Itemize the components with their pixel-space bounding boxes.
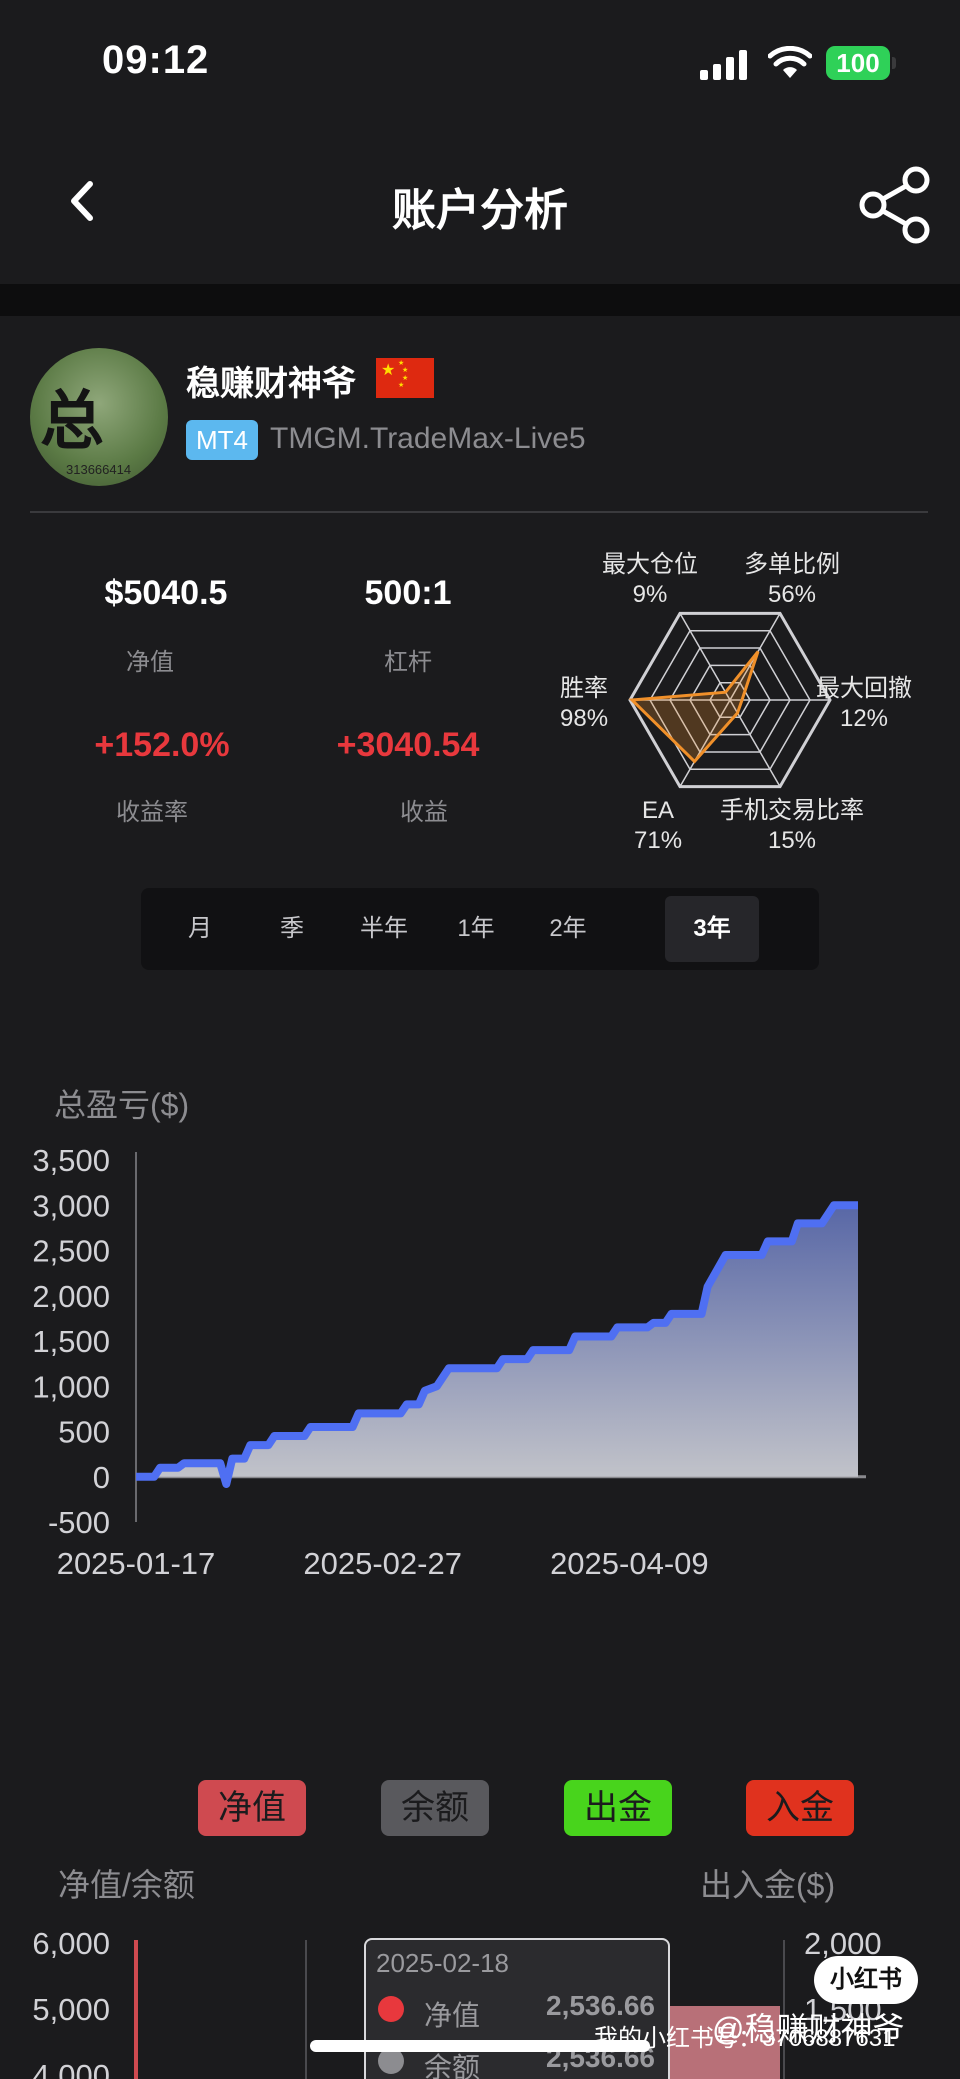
nav-bar: 账户分析 <box>0 140 960 280</box>
chart-tooltip: 2025-02-18 净值 2,536.66 余额 2,536.66 <box>364 1938 670 2079</box>
radar-axis-name: 最大回撤 <box>816 675 912 702</box>
xiaohongshu-logo: 小红书 <box>814 1956 918 2004</box>
section-separator <box>0 284 960 316</box>
pnl-y-tick-label: 3,000 <box>32 1188 110 1223</box>
radar-label-mobile-ratio: 手机交易比率 15% <box>720 796 864 856</box>
cellular-signal-icon <box>700 50 747 80</box>
cashflow-axis-title: 出入金($) <box>700 1867 836 1903</box>
leverage-label: 杠杆 <box>384 649 432 676</box>
pnl-y-tick-label: 3,500 <box>32 1143 110 1178</box>
radar-axis-value: 9% <box>632 581 668 608</box>
radar-axis-name: 胜率 <box>560 675 609 702</box>
pnl-chart-svg: 3,500 3,000 2,500 2,000 1,500 1,000 500 0 -500 20… <box>32 1143 866 1581</box>
radar-label-win-rate: 胜率 98% <box>560 674 608 734</box>
battery-icon: 100 <box>826 46 896 80</box>
pnl-y-tick-label: 2,000 <box>32 1279 110 1314</box>
pnl-y-tick-label: -500 <box>48 1505 110 1540</box>
radar-axis-value: 56% <box>767 581 817 608</box>
pnl-x-tick-label: 2025-01-17 <box>57 1546 216 1581</box>
profile-name: 稳赚财神爷 <box>186 365 356 403</box>
tooltip-equity-dot <box>378 1996 404 2022</box>
radar-axis-name: EA <box>642 797 675 824</box>
radar-axis-value: 71% <box>634 827 683 854</box>
tab-quarter[interactable]: 季 <box>245 896 339 962</box>
page-title: 账户分析 <box>392 186 568 235</box>
pnl-y-tick-label: 500 <box>58 1415 110 1450</box>
pnl-x-tick-label: 2025-02-27 <box>303 1546 462 1581</box>
radar-chart: 最大仓位 9% 多单比例 56% 最大回撤 12% 手机交易比率 15% EA 71% 胜… <box>540 540 960 860</box>
tab-3-year[interactable]: 3年 <box>665 896 759 962</box>
pnl-y-tick-label: 0 <box>93 1460 110 1495</box>
pnl-y-tick-label: 1,500 <box>32 1324 110 1359</box>
period-tabs: 月 季 半年 1年 2年 3年 <box>141 888 819 970</box>
battery-tip <box>892 57 896 69</box>
equity-label: 净值 <box>126 649 174 676</box>
pnl-y-tick-label: 1,000 <box>32 1369 110 1404</box>
profit-label: 收益 <box>400 799 448 826</box>
radar-axis-name: 手机交易比率 <box>720 797 864 824</box>
equity-y-tick-label: 4,000 <box>32 2058 110 2079</box>
radar-label-max-drawdown: 最大回撤 12% <box>816 674 912 734</box>
home-indicator[interactable] <box>310 2040 650 2052</box>
platform-badge: MT4 <box>186 420 258 460</box>
tab-month[interactable]: 月 <box>153 896 247 962</box>
radar-axis-name: 最大仓位 <box>602 551 698 578</box>
battery-level: 100 <box>826 46 890 80</box>
china-flag-icon: ★ ★ ★ ★ ★ <box>376 358 434 398</box>
equity-y-tick-label: 5,000 <box>32 1992 110 2027</box>
legend-equity-button[interactable]: 净值 <box>198 1780 306 1836</box>
share-icon <box>859 166 930 244</box>
return-rate-label: 收益率 <box>116 799 188 826</box>
avatar-id: 313666414 <box>66 462 132 477</box>
tooltip-date: 2025-02-18 <box>376 1948 509 1978</box>
equity-chart-title: 净值/余额 <box>58 1867 195 1903</box>
status-bar: 09:12 100 <box>0 0 960 130</box>
profit-value: +3040.54 <box>336 726 480 764</box>
radar-value-polygon <box>628 650 760 764</box>
tab-half-year[interactable]: 半年 <box>337 896 431 962</box>
tab-2-year[interactable]: 2年 <box>521 896 615 962</box>
radar-label-long-ratio: 多单比例 56% <box>744 550 840 610</box>
radar-axis-value: 15% <box>767 827 817 854</box>
tab-1-year[interactable]: 1年 <box>429 896 523 962</box>
pnl-y-tick-label: 2,500 <box>32 1234 110 1269</box>
radar-label-ea: EA 71% <box>634 796 682 856</box>
radar-axis-value: 98% <box>560 705 609 732</box>
legend-balance-button[interactable]: 余额 <box>381 1780 489 1836</box>
pnl-chart-title: 总盈亏($) <box>54 1087 190 1123</box>
pnl-chart: 3,500 3,000 2,500 2,000 1,500 1,000 500 0 -500 20… <box>0 1140 960 1600</box>
radar-axis-line <box>679 613 731 701</box>
wifi-icon <box>768 46 812 78</box>
equity-y-tick-label: 6,000 <box>32 1926 110 1961</box>
return-rate-value: +152.0% <box>94 726 230 764</box>
radar-label-max-position: 最大仓位 9% <box>602 550 698 610</box>
avatar[interactable]: 总 加 313666414 <box>30 348 168 486</box>
legend-withdrawal-button[interactable]: 出金 <box>564 1780 672 1836</box>
divider <box>30 511 928 513</box>
status-time: 09:12 <box>102 38 210 82</box>
leverage-value: 500:1 <box>364 574 452 612</box>
server-name: TMGM.TradeMax-Live5 <box>270 422 586 455</box>
tooltip-equity-label: 净值 <box>424 2000 481 2031</box>
share-button[interactable] <box>858 166 936 244</box>
equity-value: $5040.5 <box>104 574 228 612</box>
radar-axis-value: 12% <box>839 705 889 732</box>
radar-axis-name: 多单比例 <box>744 551 840 578</box>
legend-deposit-button[interactable]: 入金 <box>746 1780 854 1836</box>
pnl-x-tick-label: 2025-04-09 <box>550 1546 709 1581</box>
pnl-area-fill <box>136 1205 858 1484</box>
